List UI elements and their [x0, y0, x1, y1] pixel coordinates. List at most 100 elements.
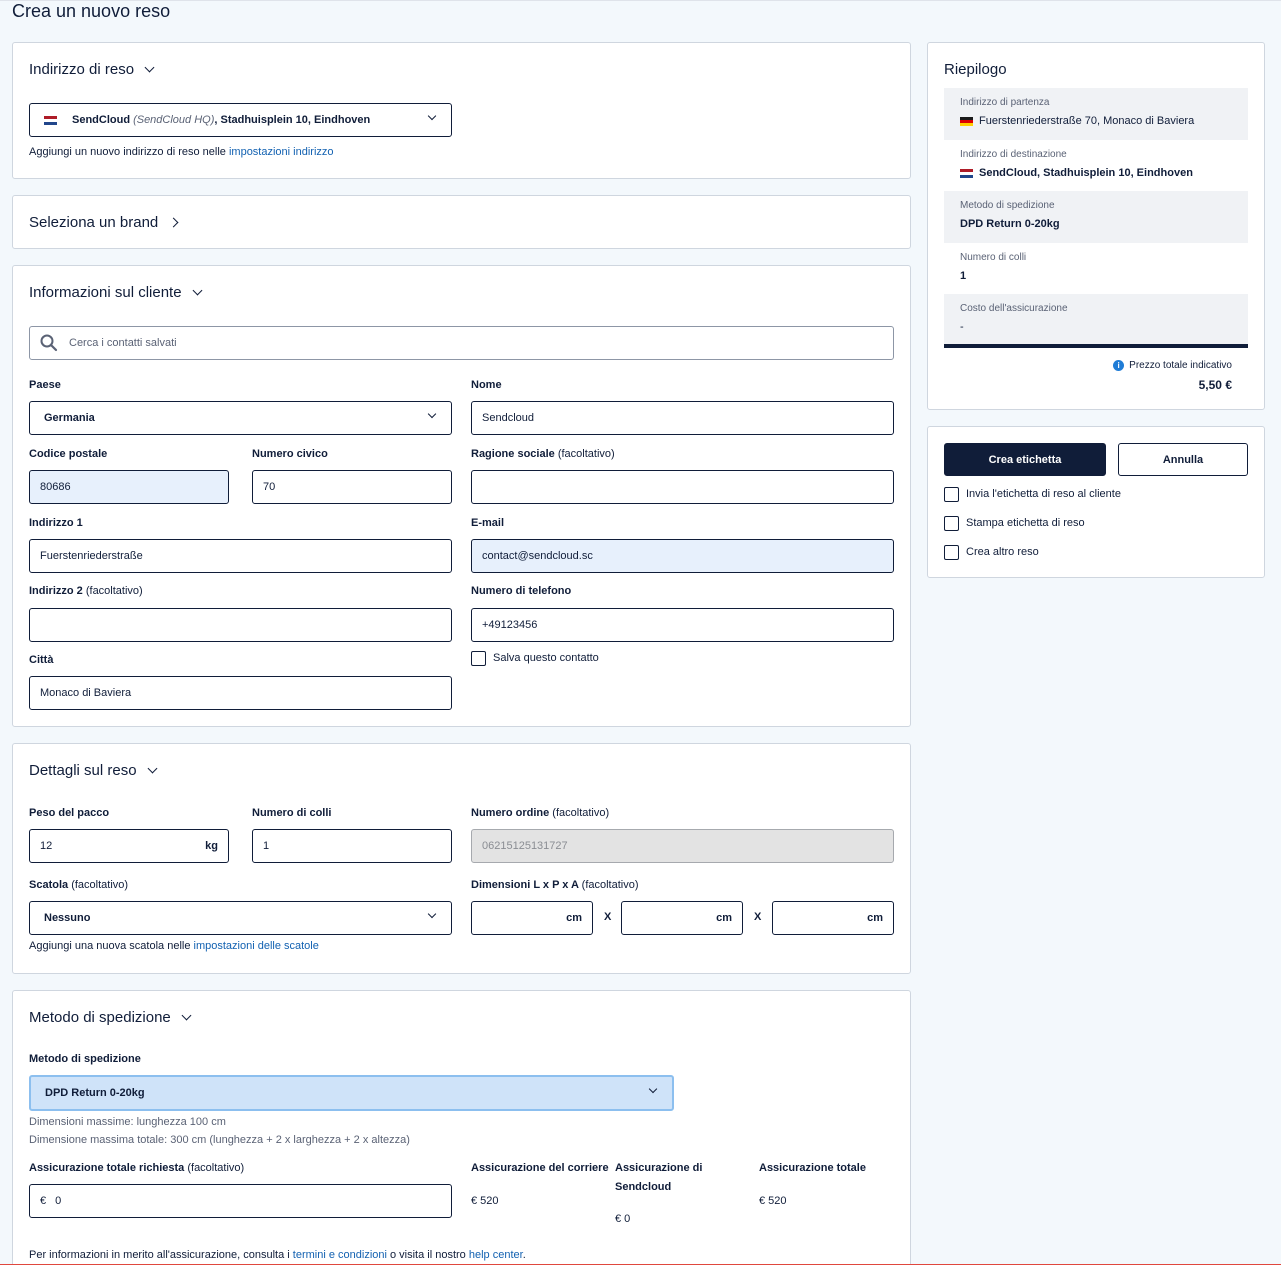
dimension-separator: X — [604, 911, 612, 923]
company-label-text: Ragione sociale — [471, 448, 555, 460]
return-address-name: SendCloud — [72, 114, 131, 126]
country-label: Paese — [29, 379, 61, 391]
chevron-down-icon — [427, 111, 437, 121]
insurance-value: 0 — [55, 1195, 62, 1207]
sendcloud-insurance-value: € 0 — [615, 1213, 631, 1225]
total-insurance-label: Assicurazione totale — [759, 1162, 866, 1174]
send-label-checkbox[interactable] — [944, 487, 959, 502]
contact-search-input[interactable]: Cerca i contatti salvati — [29, 326, 894, 360]
address2-field[interactable] — [29, 608, 452, 642]
flag-nl-icon — [44, 115, 57, 125]
chevron-down-icon — [147, 763, 158, 774]
house-number-value: 70 — [263, 481, 276, 493]
summary-to-label: Indirizzo di destinazione — [960, 149, 1067, 160]
email-value: contact@sendcloud.sc — [482, 550, 593, 562]
flag-de-icon — [960, 116, 973, 126]
summary-insurance: Costo dell'assicurazione - — [944, 294, 1248, 348]
box-settings-link[interactable]: impostazioni delle scatole — [194, 940, 319, 952]
width-field[interactable]: cm — [621, 901, 743, 935]
carrier-insurance-value: € 520 — [471, 1195, 499, 1207]
return-address-hint: Aggiungi un nuovo indirizzo di reso nell… — [29, 146, 334, 158]
help-center-link[interactable]: help center — [469, 1249, 523, 1261]
shipping-method-header[interactable]: Metodo di spedizione — [29, 1009, 192, 1026]
brand-card[interactable]: Seleziona un brand — [12, 195, 911, 249]
create-another-text: Crea altro reso — [966, 546, 1039, 558]
sendcloud-insurance-label-1: Assicurazione di — [615, 1162, 703, 1174]
box-label-text: Scatola — [29, 879, 69, 891]
city-value: Monaco di Baviera — [40, 687, 132, 699]
customer-title: Informazioni sul cliente — [29, 284, 182, 301]
dimensions-label-text: Dimensioni L x P x A — [471, 879, 579, 891]
box-select[interactable]: Nessuno — [29, 901, 452, 935]
height-field[interactable]: cm — [772, 901, 894, 935]
chevron-down-icon — [144, 62, 155, 73]
phone-field[interactable]: +49123456 — [471, 608, 894, 642]
shipping-method-card: Metodo di spedizione Metodo di spedizion… — [12, 990, 911, 1265]
return-address-select[interactable]: SendCloud (SendCloud HQ) , Stadhuisplein… — [29, 103, 452, 137]
summary-insurance-value: - — [960, 321, 964, 333]
summary-from: Indirizzo di partenza Fuerstenriederstra… — [944, 88, 1248, 140]
shipping-method-select[interactable]: DPD Return 0-20kg — [29, 1075, 674, 1111]
summary-total-label: Prezzo totale indicativo — [1129, 360, 1232, 371]
parcels-field[interactable]: 1 — [252, 829, 452, 863]
address1-field[interactable]: Fuerstenriederstraße — [29, 539, 452, 573]
box-value: Nessuno — [44, 912, 91, 924]
box-label: Scatola (facoltativo) — [29, 879, 128, 891]
print-label-checkbox[interactable] — [944, 516, 959, 531]
footer-text: o visita il nostro — [386, 1249, 469, 1261]
summary-insurance-label: Costo dell'assicurazione — [960, 303, 1068, 314]
create-another-checkbox[interactable] — [944, 545, 959, 560]
summary-from-label: Indirizzo di partenza — [960, 97, 1050, 108]
currency-symbol: € — [40, 1195, 47, 1207]
address-settings-link[interactable]: impostazioni indirizzo — [229, 146, 334, 158]
info-icon: i — [1113, 360, 1125, 371]
phone-value: +49123456 — [482, 619, 538, 631]
insurance-label-text: Assicurazione totale richiesta — [29, 1162, 185, 1174]
send-label-text: Invia l'etichetta di reso al cliente — [966, 488, 1121, 500]
carrier-insurance-label: Assicurazione del corriere — [471, 1162, 609, 1174]
optional-tag: (facoltativo) — [552, 807, 610, 819]
city-field[interactable]: Monaco di Baviera — [29, 676, 452, 710]
country-value: Germania — [44, 412, 95, 424]
return-details-card: Dettagli sul reso Peso del pacco 12 kg N… — [12, 743, 911, 974]
terms-link[interactable]: termini e condizioni — [293, 1249, 387, 1261]
summary-total-value: 5,50 € — [1198, 378, 1232, 392]
return-address-header[interactable]: Indirizzo di reso — [29, 61, 155, 78]
shipping-method-value: DPD Return 0-20kg — [45, 1087, 145, 1099]
search-icon — [40, 334, 58, 352]
customer-header[interactable]: Informazioni sul cliente — [29, 284, 203, 301]
brand-header[interactable]: Seleziona un brand — [29, 214, 179, 231]
insurance-field[interactable]: € 0 — [29, 1184, 452, 1218]
return-details-header[interactable]: Dettagli sul reso — [29, 762, 158, 779]
dimensions-label: Dimensioni L x P x A (facoltativo) — [471, 879, 639, 891]
summary-title: Riepilogo — [944, 61, 1007, 78]
hint-text: Aggiungi una nuova scatola nelle — [29, 940, 194, 952]
total-insurance-value: € 520 — [759, 1195, 787, 1207]
address1-label: Indirizzo 1 — [29, 517, 83, 529]
name-label: Nome — [471, 379, 502, 391]
postal-code-field[interactable]: 80686 — [29, 470, 229, 504]
summary-card: Riepilogo Indirizzo di partenza Fuersten… — [927, 42, 1265, 410]
save-contact-checkbox[interactable] — [471, 651, 486, 666]
address1-value: Fuerstenriederstraße — [40, 550, 143, 562]
insurance-footer: Per informazioni in merito all'assicuraz… — [29, 1249, 526, 1261]
length-field[interactable]: cm — [471, 901, 593, 935]
customer-card: Informazioni sul cliente Cerca i contatt… — [12, 265, 911, 727]
weight-field[interactable]: 12 kg — [29, 829, 229, 863]
company-label: Ragione sociale (facoltativo) — [471, 448, 615, 460]
summary-to: Indirizzo di destinazione SendCloud, Sta… — [944, 140, 1248, 192]
company-field[interactable] — [471, 470, 894, 504]
footer-text: . — [522, 1249, 526, 1261]
house-number-field[interactable]: 70 — [252, 470, 452, 504]
create-label-button[interactable]: Crea etichetta — [944, 443, 1106, 476]
hint-text: Aggiungi un nuovo indirizzo di reso nell… — [29, 146, 229, 158]
country-select[interactable]: Germania — [29, 401, 452, 435]
email-field[interactable]: contact@sendcloud.sc — [471, 539, 894, 573]
dimension-separator: X — [754, 911, 762, 923]
page-title: Crea un nuovo reso — [12, 1, 171, 21]
summary-parcels-label: Numero di colli — [960, 252, 1027, 263]
cancel-button[interactable]: Annulla — [1118, 443, 1248, 476]
summary-parcels: Numero di colli 1 — [944, 243, 1248, 295]
parcels-value: 1 — [263, 840, 270, 852]
name-field[interactable]: Sendcloud — [471, 401, 894, 435]
